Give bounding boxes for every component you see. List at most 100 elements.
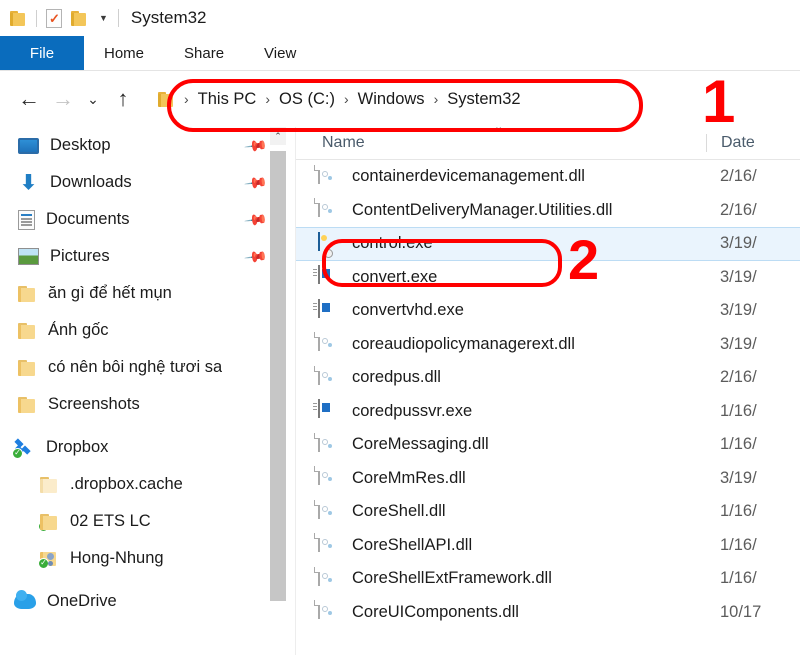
sidebar-scrollbar[interactable]: ⌃ — [270, 127, 286, 655]
file-name-label: convertvhd.exe — [352, 301, 464, 320]
sidebar-item-desktop[interactable]: Desktop 📌 — [0, 127, 296, 164]
column-header-name[interactable]: Name ⌃ — [296, 127, 706, 152]
sidebar-item-anh-goc[interactable]: Ảnh gốc — [0, 312, 296, 349]
table-row[interactable]: CoreShellAPI.dll 1/16/ — [296, 529, 800, 563]
file-name-label: ContentDeliveryManager.Utilities.dll — [352, 200, 613, 219]
sidebar-item-label: .dropbox.cache — [70, 475, 183, 493]
table-row[interactable]: CoreShell.dll 1/16/ — [296, 495, 800, 529]
folder-icon — [18, 285, 37, 302]
sidebar-item-label: Screenshots — [48, 395, 140, 413]
file-date-cell: 3/19/ — [720, 267, 757, 286]
navigation-pane: Desktop 📌 ⬇ Downloads 📌 Documents 📌 Pict… — [0, 127, 296, 655]
folder-icon[interactable] — [10, 10, 27, 26]
new-folder-icon[interactable] — [71, 10, 88, 26]
file-name-label: CoreShellAPI.dll — [352, 535, 473, 554]
dll-icon — [318, 432, 340, 456]
document-icon — [18, 209, 35, 230]
pin-icon[interactable]: 📌 — [244, 207, 270, 232]
sidebar-item-documents[interactable]: Documents 📌 — [0, 201, 296, 238]
sidebar-item-label: Desktop — [50, 136, 111, 154]
sidebar-item-label: OneDrive — [47, 592, 117, 610]
file-name-label: coreaudiopolicymanagerext.dll — [352, 334, 575, 353]
checkmark-glyph: ✓ — [49, 10, 60, 26]
table-row[interactable]: CoreShellExtFramework.dll 1/16/ — [296, 562, 800, 596]
chevron-down-icon[interactable]: ▼ — [99, 13, 108, 23]
sidebar-item-dropbox-cache[interactable]: .dropbox.cache — [0, 466, 296, 503]
file-date-cell: 1/16/ — [720, 401, 757, 420]
table-row[interactable]: ContentDeliveryManager.Utilities.dll 2/1… — [296, 194, 800, 228]
sidebar-item-onedrive[interactable]: OneDrive — [0, 583, 296, 620]
sidebar-item-02-ets-lc[interactable]: ✓ 02 ETS LC — [0, 503, 296, 540]
breadcrumb-windows[interactable]: Windows — [358, 90, 425, 109]
pictures-icon — [18, 248, 39, 265]
pin-icon[interactable]: 📌 — [244, 244, 270, 269]
tab-view[interactable]: View — [244, 36, 316, 70]
file-name-cell: coredpussvr.exe — [296, 399, 706, 422]
table-row[interactable]: CoreMmRes.dll 3/19/ — [296, 462, 800, 496]
sidebar-item-label: ăn gì để hết mụn — [48, 284, 172, 302]
address-bar[interactable]: › This PC › OS (C:) › Windows › System32 — [148, 82, 800, 116]
properties-checkmark-icon[interactable]: ✓ — [46, 8, 62, 28]
sidebar-item-label: Hong-Nhung — [70, 549, 164, 567]
download-icon: ⬇ — [20, 171, 37, 194]
file-date-cell: 2/16/ — [720, 167, 757, 186]
folder-icon — [18, 359, 37, 376]
table-row[interactable]: coredpussvr.exe 1/16/ — [296, 395, 800, 429]
table-row[interactable]: coredpus.dll 2/16/ — [296, 361, 800, 395]
file-date-cell: 10/17 — [720, 602, 762, 621]
file-name-label: convert.exe — [352, 267, 438, 286]
file-name-label: CoreShellExtFramework.dll — [352, 569, 552, 588]
sidebar-item-screenshots[interactable]: Screenshots — [0, 386, 296, 423]
file-name-cell: CoreShellAPI.dll — [296, 533, 706, 556]
folder-icon — [18, 396, 37, 413]
breadcrumb-system32[interactable]: System32 — [447, 90, 520, 109]
up-arrow-icon[interactable]: ↑ — [106, 82, 140, 116]
table-row[interactable]: CoreMessaging.dll 1/16/ — [296, 428, 800, 462]
tab-file[interactable]: File — [0, 36, 84, 70]
sidebar-item-dropbox[interactable]: ✓ Dropbox — [0, 429, 296, 466]
table-row[interactable]: containerdevicemanagement.dll 2/16/ — [296, 160, 800, 194]
tab-share[interactable]: Share — [164, 36, 244, 70]
sidebar-item-hong-nhung[interactable]: ✓ Hong-Nhung — [0, 540, 296, 577]
scrollbar-thumb[interactable] — [270, 151, 286, 601]
scroll-up-arrow-icon[interactable]: ⌃ — [270, 127, 286, 145]
file-date-cell: 1/16/ — [720, 502, 757, 521]
table-row[interactable]: convertvhd.exe 3/19/ — [296, 294, 800, 328]
recent-locations-chevron-icon[interactable]: ⌄ — [80, 82, 106, 116]
dll-icon — [318, 499, 340, 523]
pin-icon[interactable]: 📌 — [244, 133, 270, 158]
sync-badge-icon: ✓ — [38, 557, 49, 569]
file-name-cell: CoreMessaging.dll — [296, 432, 706, 456]
sidebar-item-label: có nên bôi nghệ tươi sa — [48, 358, 223, 376]
sidebar-item-pictures[interactable]: Pictures 📌 — [0, 238, 296, 275]
folder-pale-icon — [40, 476, 59, 493]
breadcrumb-this-pc[interactable]: This PC — [198, 90, 257, 109]
table-row[interactable]: CoreUIComponents.dll 10/17 — [296, 596, 800, 630]
breadcrumb-separator: › — [343, 91, 349, 107]
navigation-bar: ← → ⌄ ↑ › This PC › OS (C:) › Windows › … — [0, 71, 800, 127]
column-header-date[interactable]: Date — [706, 134, 755, 152]
ribbon-tab-strip: File Home Share View — [0, 36, 800, 71]
file-name-cell: convertvhd.exe — [296, 298, 706, 322]
sidebar-item-label: Ảnh gốc — [48, 321, 109, 339]
column-header-name-label: Name — [322, 134, 365, 151]
pin-icon[interactable]: 📌 — [244, 170, 270, 195]
file-name-cell: control.exe — [296, 231, 706, 258]
sidebar-item-label: Dropbox — [46, 438, 109, 456]
table-row[interactable]: coreaudiopolicymanagerext.dll 3/19/ — [296, 328, 800, 362]
dll-icon — [318, 533, 340, 556]
sidebar-item-downloads[interactable]: ⬇ Downloads 📌 — [0, 164, 296, 201]
sidebar-item-co-nen-boi-nghe-tuoi[interactable]: có nên bôi nghệ tươi sa — [0, 349, 296, 386]
sidebar-item-label: 02 ETS LC — [70, 512, 151, 530]
folder-icon — [18, 322, 37, 339]
table-row[interactable]: convert.exe 3/19/ — [296, 261, 800, 295]
breadcrumb-os-c[interactable]: OS (C:) — [279, 90, 335, 109]
back-arrow-icon[interactable]: ← — [12, 82, 46, 116]
table-row-control-exe[interactable]: control.exe 3/19/ — [296, 227, 800, 261]
file-date-cell: 3/19/ — [720, 468, 757, 487]
title-bar: ✓ ▼ System32 — [0, 0, 800, 36]
file-name-cell: ContentDeliveryManager.Utilities.dll — [296, 198, 706, 221]
tab-home[interactable]: Home — [84, 36, 164, 70]
sidebar-item-an-gi-de-het-mun[interactable]: ăn gì để hết mụn — [0, 275, 296, 312]
file-name-cell: containerdevicemanagement.dll — [296, 164, 706, 188]
